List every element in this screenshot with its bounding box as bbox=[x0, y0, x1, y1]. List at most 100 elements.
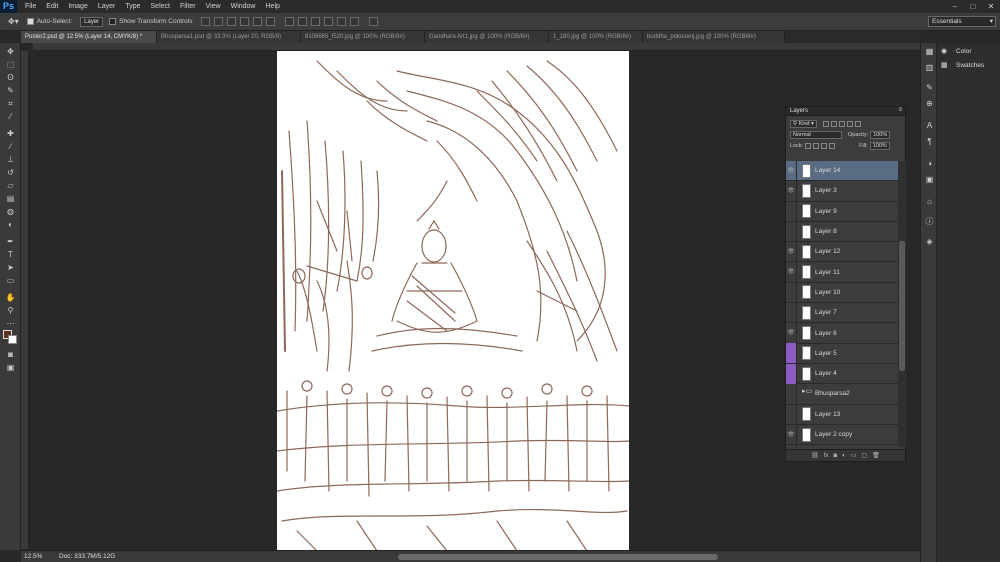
maximize-button[interactable]: □ bbox=[964, 0, 982, 13]
menu-filter[interactable]: Filter bbox=[180, 3, 196, 10]
brush-tool-icon[interactable]: ∕ bbox=[4, 142, 17, 152]
layers-scrollbar[interactable] bbox=[898, 161, 906, 447]
distribute-hcenter-icon[interactable] bbox=[336, 17, 346, 26]
distribute-right-icon[interactable] bbox=[349, 17, 359, 26]
layer-row[interactable]: Layer 7 bbox=[786, 302, 898, 324]
menu-image[interactable]: Image bbox=[68, 3, 87, 10]
history-brush-tool-icon[interactable]: ↺ bbox=[4, 168, 17, 178]
eyedropper-tool-icon[interactable]: ⁄ bbox=[4, 112, 17, 122]
align-right-icon[interactable] bbox=[265, 17, 275, 26]
blur-tool-icon[interactable]: ◍ bbox=[4, 207, 17, 217]
opacity-input[interactable]: 100% bbox=[870, 130, 891, 139]
tab-buddha-pokusenj[interactable]: buddha_pokusenj.jpg @ 100% (RGB/8#) bbox=[643, 31, 785, 43]
kind-filter-dropdown[interactable]: ⚲ Kind ▾ bbox=[790, 119, 817, 128]
quick-mask-icon[interactable]: ◙ bbox=[4, 350, 17, 360]
clone-stamp-tool-icon[interactable]: ⊥ bbox=[4, 155, 17, 165]
zoom-tool-icon[interactable]: ⚲ bbox=[4, 306, 17, 316]
layer-row[interactable]: Layer 9 bbox=[786, 201, 898, 222]
layer-row[interactable]: Layer 13 bbox=[786, 404, 898, 425]
eye-icon[interactable] bbox=[786, 221, 797, 242]
background-color-swatch[interactable] bbox=[8, 335, 17, 344]
layer-row[interactable]: 👁 Layer 3 bbox=[786, 180, 898, 202]
more-tools-icon[interactable]: ⋯ bbox=[4, 319, 17, 329]
eye-icon[interactable] bbox=[786, 343, 797, 364]
eye-icon[interactable] bbox=[786, 404, 797, 425]
brush-panel-icon[interactable]: ✎ bbox=[924, 83, 935, 93]
auto-align-icon[interactable] bbox=[368, 17, 378, 26]
show-transform-checkbox[interactable] bbox=[109, 18, 117, 25]
horizontal-scrollbar[interactable] bbox=[398, 554, 718, 560]
eye-icon[interactable] bbox=[786, 302, 797, 323]
filter-type-icon[interactable] bbox=[838, 120, 845, 127]
layer-row[interactable]: 👁 Layer 14 bbox=[786, 161, 898, 182]
eye-icon[interactable] bbox=[786, 282, 797, 303]
layer-row[interactable]: Layer 4 bbox=[786, 363, 898, 385]
workspace-dropdown[interactable]: Essentials ▾ bbox=[928, 16, 996, 27]
fx-icon[interactable]: fx bbox=[824, 453, 829, 459]
menu-type[interactable]: Type bbox=[125, 3, 140, 10]
doc-size-info[interactable]: Doc: 333.7M/5.12G bbox=[59, 553, 115, 560]
minimize-button[interactable]: – bbox=[946, 0, 964, 13]
swatches-panel-tab[interactable]: ▦ Swatches bbox=[941, 59, 984, 71]
menu-layer[interactable]: Layer bbox=[98, 3, 116, 10]
zoom-level[interactable]: 12.5% bbox=[21, 553, 45, 560]
layer-row[interactable]: 👁Layer 2 bbox=[786, 444, 898, 447]
eye-icon[interactable] bbox=[786, 201, 797, 222]
tab-poster2[interactable]: Poster2.psd @ 12.5% (Layer 14, CMYK/8) * bbox=[21, 31, 157, 43]
distribute-bottom-icon[interactable] bbox=[310, 17, 320, 26]
adjustments-panel-icon[interactable]: ◑ bbox=[924, 159, 935, 169]
tab-gandhara-art1[interactable]: Gandhara Art1.jpg @ 100% (RGB/8#) bbox=[425, 31, 549, 43]
adjustment-layer-icon[interactable]: ◐ bbox=[842, 453, 846, 459]
filter-pixel-icon[interactable] bbox=[822, 120, 829, 127]
close-button[interactable]: ✕ bbox=[982, 0, 1000, 13]
eye-icon[interactable]: 👁 bbox=[786, 323, 797, 344]
align-bottom-icon[interactable] bbox=[226, 17, 236, 26]
lock-image-icon[interactable] bbox=[813, 142, 820, 149]
menu-select[interactable]: Select bbox=[151, 3, 170, 10]
pen-tool-icon[interactable]: ✒ bbox=[4, 237, 17, 247]
type-tool-icon[interactable]: T bbox=[4, 250, 17, 260]
history-panel-icon[interactable]: ▦ bbox=[924, 47, 935, 57]
distribute-left-icon[interactable] bbox=[323, 17, 333, 26]
eye-icon[interactable] bbox=[786, 383, 797, 404]
folder-icon[interactable]: ▭ bbox=[851, 452, 857, 459]
tab-8106665[interactable]: 8106665_f520.jpg @ 100% (RGB/8#) bbox=[301, 31, 425, 43]
layer-row[interactable]: Layer 8 bbox=[786, 221, 898, 243]
clone-source-icon[interactable]: ⊕ bbox=[924, 99, 935, 109]
character-panel-icon[interactable]: A bbox=[924, 121, 935, 131]
styles-panel-icon[interactable]: ▣ bbox=[924, 175, 935, 185]
mask-icon[interactable]: ◙ bbox=[834, 453, 838, 459]
path-select-tool-icon[interactable]: ➤ bbox=[4, 263, 17, 273]
quick-select-tool-icon[interactable]: ✎ bbox=[4, 86, 17, 96]
distribute-vcenter-icon[interactable] bbox=[297, 17, 307, 26]
fill-input[interactable]: 100% bbox=[869, 141, 890, 150]
layers-scroll-thumb[interactable] bbox=[899, 241, 905, 371]
new-layer-icon[interactable]: ▢ bbox=[861, 452, 867, 459]
hand-tool-icon[interactable]: ✋ bbox=[4, 293, 17, 303]
align-vcenter-icon[interactable] bbox=[213, 17, 223, 26]
navigator-panel-icon[interactable]: ⌂ bbox=[924, 197, 935, 207]
align-top-icon[interactable] bbox=[200, 17, 210, 26]
layers-panel-header[interactable]: Layers ≡ bbox=[786, 107, 905, 116]
filter-shape-icon[interactable] bbox=[846, 120, 853, 127]
menu-window[interactable]: Window bbox=[231, 3, 256, 10]
dodge-tool-icon[interactable]: ◐ bbox=[4, 220, 17, 230]
layer-row[interactable]: 👁 Layer 2 copy bbox=[786, 424, 898, 446]
marquee-tool-icon[interactable]: ⬚ bbox=[4, 60, 17, 70]
lasso-tool-icon[interactable]: ʘ bbox=[4, 73, 17, 83]
filter-smart-object-icon[interactable] bbox=[854, 120, 861, 127]
layer-row[interactable]: Layer 10 bbox=[786, 282, 898, 304]
properties-panel-icon[interactable]: ▥ bbox=[924, 63, 935, 73]
move-tool-icon[interactable]: ✥ bbox=[4, 47, 17, 57]
lock-transparent-icon[interactable] bbox=[805, 142, 812, 149]
eye-icon[interactable] bbox=[786, 363, 797, 384]
menu-edit[interactable]: Edit bbox=[46, 3, 58, 10]
align-hcenter-icon[interactable] bbox=[252, 17, 262, 26]
blend-mode-dropdown[interactable]: Normal bbox=[790, 130, 842, 139]
auto-select-checkbox[interactable] bbox=[26, 18, 34, 25]
eraser-tool-icon[interactable]: ▱ bbox=[4, 181, 17, 191]
link-icon[interactable]: ⛓ bbox=[811, 452, 819, 459]
document-canvas[interactable] bbox=[277, 51, 629, 552]
tab-1-180[interactable]: 1_180.jpg @ 100% (RGB/8#) bbox=[549, 31, 643, 43]
screen-mode-icon[interactable]: ▣ bbox=[4, 363, 17, 373]
